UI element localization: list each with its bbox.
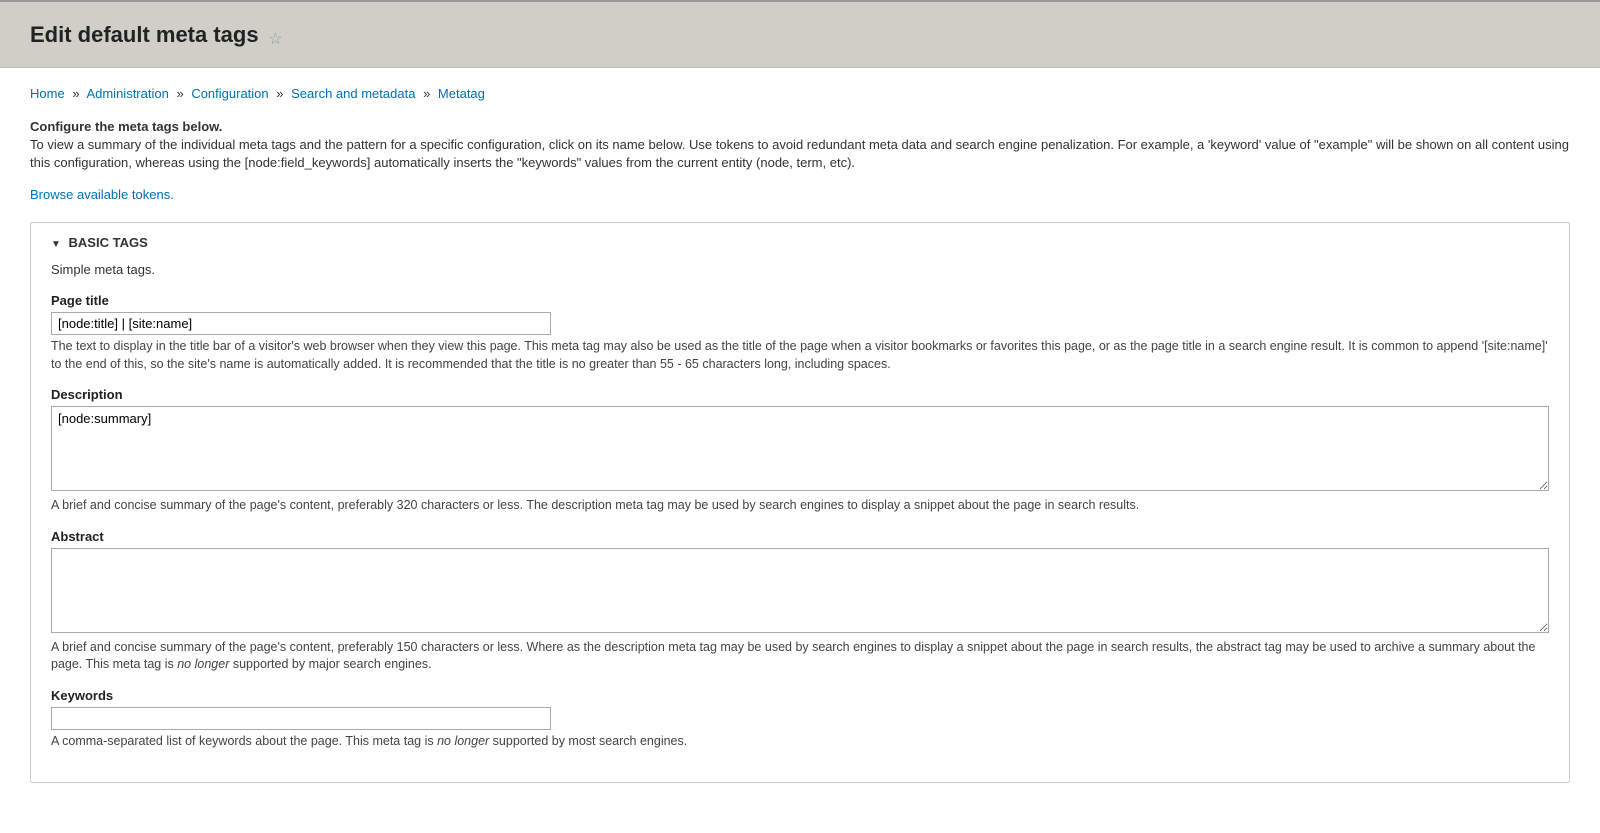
description-help: A brief and concise summary of the page'… bbox=[51, 497, 1549, 515]
header-bar: Edit default meta tags ☆ bbox=[0, 2, 1600, 68]
keywords-help: A comma-separated list of keywords about… bbox=[51, 733, 1549, 751]
intro-heading: Configure the meta tags below. bbox=[30, 119, 1570, 134]
keywords-input[interactable] bbox=[51, 707, 551, 730]
abstract-textarea[interactable] bbox=[51, 548, 1549, 633]
intro-body: To view a summary of the individual meta… bbox=[30, 136, 1570, 174]
description-textarea[interactable]: [node:summary] bbox=[51, 406, 1549, 491]
abstract-help: A brief and concise summary of the page'… bbox=[51, 639, 1549, 674]
breadcrumb-separator: » bbox=[176, 86, 183, 101]
abstract-field-wrapper: Abstract A brief and concise summary of … bbox=[51, 529, 1549, 674]
star-icon[interactable]: ☆ bbox=[268, 29, 282, 49]
keywords-help-before: A comma-separated list of keywords about… bbox=[51, 734, 437, 748]
breadcrumb-home[interactable]: Home bbox=[30, 86, 65, 101]
basic-tags-legend[interactable]: ▼ BASIC TAGS bbox=[31, 223, 1569, 256]
basic-tags-fieldset: ▼ BASIC TAGS Simple meta tags. Page titl… bbox=[30, 222, 1570, 783]
fieldset-description: Simple meta tags. bbox=[51, 262, 1549, 277]
page-title: Edit default meta tags bbox=[30, 22, 259, 48]
breadcrumb-search-metadata[interactable]: Search and metadata bbox=[291, 86, 415, 101]
breadcrumb: Home » Administration » Configuration » … bbox=[30, 86, 1570, 101]
breadcrumb-separator: » bbox=[276, 86, 283, 101]
keywords-help-after: supported by most search engines. bbox=[489, 734, 687, 748]
page-title-label: Page title bbox=[51, 293, 1549, 308]
page-title-field-wrapper: Page title The text to display in the ti… bbox=[51, 293, 1549, 373]
abstract-help-em: no longer bbox=[177, 657, 229, 671]
chevron-down-icon: ▼ bbox=[51, 239, 61, 250]
page-title-input[interactable] bbox=[51, 312, 551, 335]
breadcrumb-separator: » bbox=[72, 86, 79, 101]
breadcrumb-administration[interactable]: Administration bbox=[86, 86, 168, 101]
description-label: Description bbox=[51, 387, 1549, 402]
fieldset-legend-text: BASIC TAGS bbox=[69, 235, 148, 250]
content-region: Home » Administration » Configuration » … bbox=[0, 68, 1600, 833]
description-field-wrapper: Description [node:summary] A brief and c… bbox=[51, 387, 1549, 515]
abstract-label: Abstract bbox=[51, 529, 1549, 544]
breadcrumb-separator: » bbox=[423, 86, 430, 101]
abstract-help-after: supported by major search engines. bbox=[229, 657, 431, 671]
keywords-label: Keywords bbox=[51, 688, 1549, 703]
page-title-help: The text to display in the title bar of … bbox=[51, 338, 1549, 373]
breadcrumb-metatag[interactable]: Metatag bbox=[438, 86, 485, 101]
fieldset-body: Simple meta tags. Page title The text to… bbox=[31, 256, 1569, 782]
keywords-help-em: no longer bbox=[437, 734, 489, 748]
keywords-field-wrapper: Keywords A comma-separated list of keywo… bbox=[51, 688, 1549, 751]
browse-tokens-link[interactable]: Browse available tokens. bbox=[30, 187, 174, 202]
breadcrumb-configuration[interactable]: Configuration bbox=[191, 86, 268, 101]
